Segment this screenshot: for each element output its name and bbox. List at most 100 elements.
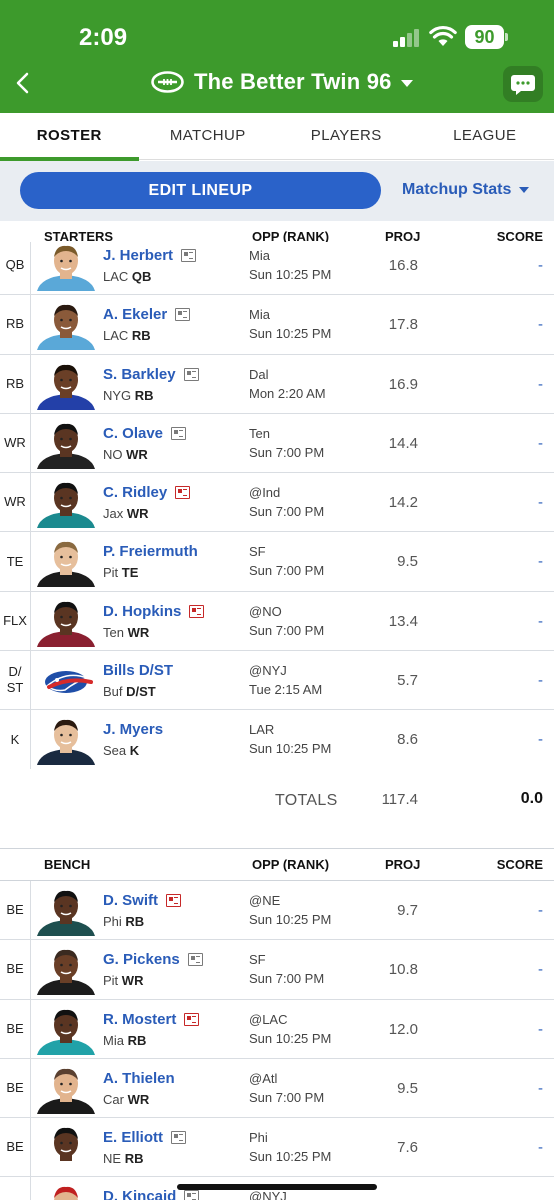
- team-selector[interactable]: The Better Twin 96: [151, 69, 413, 95]
- player-position: WR: [127, 1091, 150, 1107]
- opponent[interactable]: @NYJ: [249, 1189, 287, 1200]
- player-position: RB: [127, 1032, 147, 1048]
- projected-points: 10.8: [388, 961, 418, 979]
- opponent[interactable]: @NE: [249, 893, 280, 908]
- lineup-slot[interactable]: BE: [0, 1058, 31, 1118]
- opponent[interactable]: SF: [249, 544, 266, 559]
- news-icon[interactable]: [175, 308, 191, 322]
- player-name-link[interactable]: D. Swift: [103, 892, 158, 909]
- lineup-slot[interactable]: FLX: [0, 591, 31, 651]
- player-team: Pit: [103, 973, 119, 989]
- score-header[interactable]: SCORE: [497, 857, 543, 872]
- lineup-slot[interactable]: K: [0, 710, 31, 769]
- opponent[interactable]: @LAC: [249, 1012, 288, 1027]
- lineup-slot[interactable]: TE: [0, 532, 31, 591]
- lineup-slot[interactable]: BE: [0, 999, 31, 1058]
- player-name-link[interactable]: C. Olave: [103, 425, 163, 442]
- roster-row[interactable]: TE P. Freiermuth Pit TE SF Sun 7:00 PM 9.5 -: [0, 532, 554, 592]
- roster-row[interactable]: BE R. Mostert Mia RB @LAC Sun 10:25 PM 12.0 -: [0, 999, 554, 1059]
- edit-lineup-button[interactable]: EDIT LINEUP: [20, 172, 381, 209]
- player-headshot: [35, 300, 97, 351]
- player-name-link[interactable]: Bills D/ST: [103, 662, 173, 679]
- roster-row[interactable]: RB S. Barkley NYG RB Dal Mon 2:20 AM 16.9 -: [0, 354, 554, 414]
- player-name-link[interactable]: P. Freiermuth: [103, 543, 198, 560]
- roster-row[interactable]: K J. Myers Sea K LAR Sun 10:25 PM 8.6 -: [0, 710, 554, 769]
- opponent[interactable]: @NO: [249, 604, 282, 619]
- opponent[interactable]: SF: [249, 952, 266, 967]
- player-name-link[interactable]: J. Myers: [103, 721, 163, 738]
- opponent[interactable]: Mia: [249, 248, 270, 263]
- tab-matchup[interactable]: MATCHUP: [139, 113, 278, 159]
- player-team: LAC: [103, 328, 129, 344]
- game-time: Sun 7:00 PM: [249, 563, 325, 579]
- player-name-link[interactable]: G. Pickens: [103, 951, 180, 968]
- opponent[interactable]: Mia: [249, 307, 270, 322]
- roster-row[interactable]: WR C. Ridley Jax WR @Ind Sun 7:00 PM 14.2 -: [0, 473, 554, 533]
- game-time: Sun 10:25 PM: [249, 741, 332, 757]
- breaking-news-icon[interactable]: [175, 486, 191, 500]
- back-chevron-icon[interactable]: [12, 68, 38, 98]
- opponent[interactable]: Dal: [249, 367, 269, 382]
- breaking-news-icon[interactable]: [189, 604, 205, 618]
- score-value: -: [538, 961, 543, 979]
- news-icon[interactable]: [171, 426, 187, 440]
- proj-header[interactable]: PROJ: [385, 857, 420, 872]
- opponent[interactable]: Ten: [249, 426, 270, 441]
- matchup-stats-dropdown[interactable]: Matchup Stats: [402, 181, 530, 199]
- opp-rank-header[interactable]: OPP (RANK): [252, 857, 329, 872]
- roster-row[interactable]: RB A. Ekeler LAC RB Mia Sun 10:25 PM 17.8 -: [0, 295, 554, 355]
- roster-row[interactable]: D/ ST Bills D/ST Buf D/ST @NYJ Tue 2:15 AM 5.…: [0, 651, 554, 711]
- player-name-link[interactable]: J. Herbert: [103, 247, 173, 264]
- lineup-slot[interactable]: BE: [0, 1177, 31, 1200]
- breaking-news-icon[interactable]: [184, 1012, 200, 1026]
- roster-row[interactable]: BE A. Thielen Car WR @Atl Sun 7:00 PM 9.5 -: [0, 1058, 554, 1119]
- opponent[interactable]: @Ind: [249, 485, 280, 500]
- score-value: -: [538, 1079, 543, 1097]
- tab-roster[interactable]: ROSTER: [0, 113, 139, 159]
- projected-points: 13.4: [388, 612, 418, 630]
- opponent[interactable]: Phi: [249, 1130, 268, 1145]
- breaking-news-icon[interactable]: [166, 894, 181, 907]
- news-icon[interactable]: [187, 953, 203, 967]
- roster-row[interactable]: WR C. Olave NO WR Ten Sun 7:00 PM 14.4 -: [0, 413, 554, 474]
- player-team-position: Sea K: [103, 743, 139, 758]
- roster-row[interactable]: BE G. Pickens Pit WR SF Sun 7:00 PM 10.8 -: [0, 940, 554, 1000]
- player-name-link[interactable]: A. Thielen: [103, 1070, 175, 1087]
- lineup-slot[interactable]: WR: [0, 473, 31, 532]
- news-icon[interactable]: [184, 1190, 200, 1200]
- lineup-slot[interactable]: RB: [0, 295, 31, 354]
- player-name-link[interactable]: R. Mostert: [103, 1011, 176, 1028]
- player-team: Phi: [103, 914, 122, 929]
- lineup-slot[interactable]: QB: [0, 242, 31, 295]
- lineup-slot[interactable]: BE: [0, 881, 31, 940]
- news-icon[interactable]: [171, 1131, 186, 1145]
- chat-button[interactable]: [503, 66, 543, 102]
- opponent[interactable]: @NYJ: [249, 663, 287, 678]
- news-icon[interactable]: [183, 367, 199, 381]
- player-position: RB: [131, 328, 151, 344]
- lineup-slot[interactable]: D/ ST: [0, 651, 31, 710]
- player-name-link[interactable]: D. Kincaid: [103, 1188, 176, 1200]
- roster-row[interactable]: FLX D. Hopkins Ten WR @NO Sun 7:00 PM 13.4 -: [0, 591, 554, 652]
- player-name-link[interactable]: D. Hopkins: [103, 603, 181, 620]
- player-name-link[interactable]: C. Ridley: [103, 484, 167, 501]
- lineup-slot[interactable]: WR: [0, 413, 31, 473]
- starters-list: QB J. Herbert LAC QB Mia Sun 10:25 PM 16.8- RB…: [0, 242, 554, 769]
- opponent[interactable]: LAR: [249, 722, 274, 737]
- game-time: Sun 7:00 PM: [249, 971, 325, 987]
- roster-row[interactable]: BE E. Elliott NE RB Phi Sun 10:25 PM 7.6 -: [0, 1118, 554, 1178]
- player-name-link[interactable]: E. Elliott: [103, 1129, 163, 1146]
- news-icon[interactable]: [181, 249, 197, 262]
- roster-row[interactable]: QB J. Herbert LAC QB Mia Sun 10:25 PM 16.8 -: [0, 242, 554, 296]
- roster-row[interactable]: BE D. Swift Phi RB @NE Sun 10:25 PM 9.7 -: [0, 881, 554, 941]
- lineup-slot[interactable]: BE: [0, 1118, 31, 1177]
- lineup-slot[interactable]: RB: [0, 354, 31, 413]
- player-name-link[interactable]: S. Barkley: [103, 366, 176, 383]
- tab-players[interactable]: PLAYERS: [277, 113, 416, 159]
- opponent[interactable]: @Atl: [249, 1071, 277, 1086]
- bench-list: BE D. Swift Phi RB @NE Sun 10:25 PM 9.7 - BE G. …: [0, 881, 554, 1200]
- player-name-link[interactable]: A. Ekeler: [103, 306, 167, 323]
- player-headshot: [35, 242, 97, 291]
- lineup-slot[interactable]: BE: [0, 940, 31, 999]
- tab-league[interactable]: LEAGUE: [416, 113, 554, 159]
